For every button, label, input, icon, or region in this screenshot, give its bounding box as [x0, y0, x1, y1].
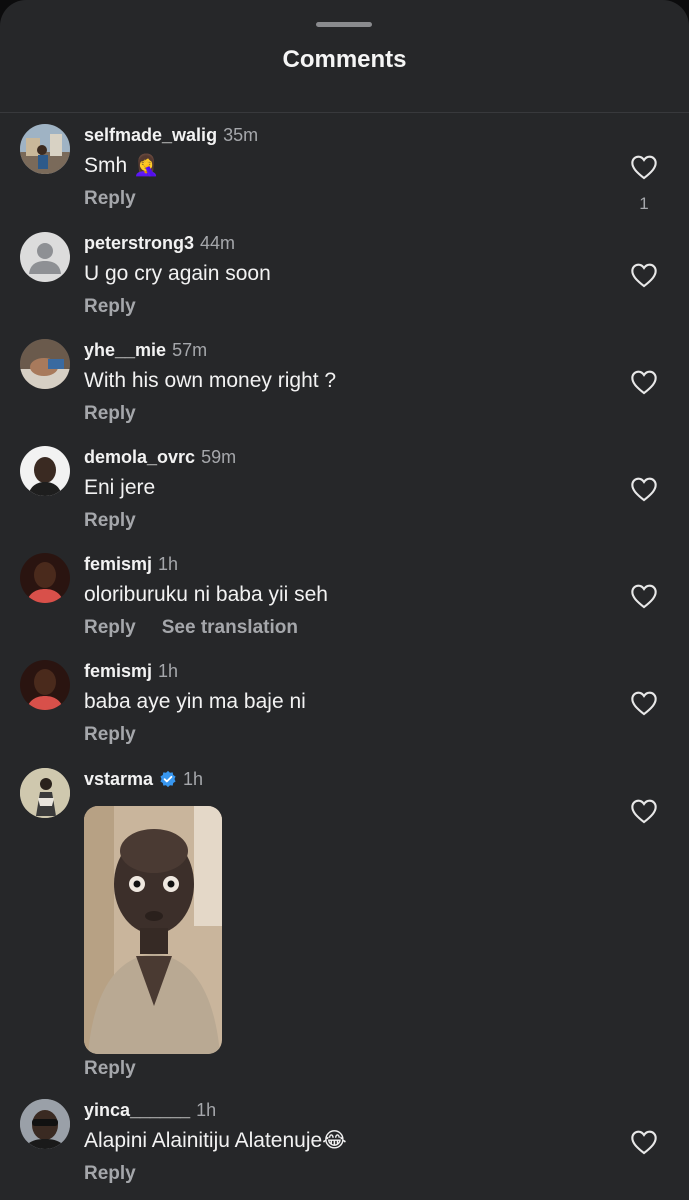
header-divider — [0, 112, 689, 113]
username[interactable]: femismj — [84, 554, 152, 574]
comment-item: selfmade_walig 35m Smh 🤦‍♀️ Reply 1 — [0, 124, 689, 220]
see-translation-button[interactable]: See translation — [162, 617, 298, 638]
avatar[interactable] — [20, 1099, 70, 1149]
timestamp: 44m — [200, 233, 236, 253]
comment-text: U go cry again soon — [84, 262, 271, 285]
comment-text: Alapini Alainitiju Alatenuje😂 — [84, 1129, 347, 1152]
reply-button[interactable]: Reply — [84, 296, 136, 317]
reply-button[interactable]: Reply — [84, 510, 136, 531]
comment-item: peterstrong3 44m U go cry again soon Repl… — [0, 232, 689, 328]
timestamp: 1h — [158, 661, 179, 681]
username[interactable]: femismj — [84, 661, 152, 681]
heart-icon[interactable] — [630, 476, 658, 502]
drag-handle[interactable] — [316, 22, 372, 27]
timestamp: 57m — [172, 340, 208, 360]
timestamp: 35m — [223, 125, 259, 145]
username[interactable]: yinca______ — [84, 1100, 190, 1120]
verified-badge-icon — [160, 770, 176, 788]
avatar[interactable] — [20, 660, 70, 710]
username[interactable]: selfmade_walig — [84, 125, 217, 145]
gif-image[interactable] — [84, 806, 222, 1054]
timestamp: 1h — [196, 1100, 217, 1120]
heart-icon[interactable] — [630, 369, 658, 395]
like-count: 1 — [639, 194, 649, 213]
heart-icon[interactable] — [630, 690, 658, 716]
avatar[interactable] — [20, 124, 70, 174]
username[interactable]: vstarma — [84, 769, 153, 789]
username[interactable]: peterstrong3 — [84, 233, 194, 253]
heart-icon[interactable] — [630, 262, 658, 288]
timestamp: 59m — [201, 447, 237, 467]
reply-button[interactable]: Reply — [84, 1163, 136, 1184]
heart-icon[interactable] — [630, 798, 658, 824]
comment-text: Smh 🤦‍♀️ — [84, 154, 160, 177]
comment-text: baba aye yin ma baje ni — [84, 690, 306, 713]
reply-button[interactable]: Reply — [84, 1058, 136, 1079]
reply-button[interactable]: Reply — [84, 403, 136, 424]
avatar[interactable] — [20, 553, 70, 603]
reply-button[interactable]: Reply — [84, 617, 136, 638]
comment-text: Eni jere — [84, 476, 156, 499]
username[interactable]: demola_ovrc — [84, 447, 195, 467]
avatar[interactable] — [20, 339, 70, 389]
comment-text: With his own money right ? — [84, 369, 337, 392]
heart-icon[interactable] — [630, 583, 658, 609]
comment-item: vstarma 1h Reply — [0, 768, 689, 1088]
comment-item: femismj 1h oloriburuku ni baba yii seh Re… — [0, 553, 689, 649]
comment-item: yinca______ 1h Alapini Alainitiju Alatenu… — [0, 1099, 689, 1195]
reply-button[interactable]: Reply — [84, 724, 136, 745]
comments-sheet: Comments selfmade_walig 35m Smh 🤦‍♀️ Repl… — [0, 0, 689, 1200]
page-title: Comments — [282, 46, 407, 73]
reply-button[interactable]: Reply — [84, 188, 136, 209]
comment-item: yhe__mie 57m With his own money right ? R… — [0, 339, 689, 435]
timestamp: 1h — [158, 554, 179, 574]
avatar[interactable] — [20, 446, 70, 496]
comment-text: oloriburuku ni baba yii seh — [84, 583, 328, 606]
timestamp: 1h — [183, 769, 204, 789]
heart-icon[interactable] — [630, 1129, 658, 1155]
heart-icon[interactable] — [630, 154, 658, 180]
default-person-icon[interactable] — [20, 232, 70, 282]
username[interactable]: yhe__mie — [84, 340, 166, 360]
comment-item: demola_ovrc 59m Eni jere Reply — [0, 446, 689, 542]
comment-item: femismj 1h baba aye yin ma baje ni Reply — [0, 660, 689, 756]
avatar[interactable] — [20, 768, 70, 818]
